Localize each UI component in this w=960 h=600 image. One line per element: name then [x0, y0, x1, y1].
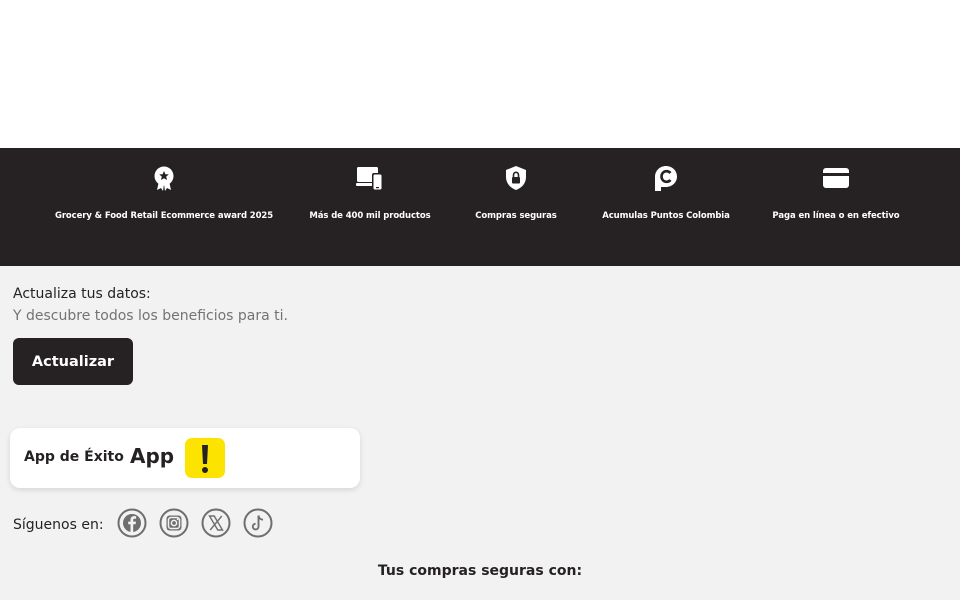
puntos-colombia-icon: [655, 166, 677, 191]
update-title: Actualiza tus datos:: [13, 286, 151, 302]
award-badge-icon: [154, 166, 174, 191]
app-card[interactable]: App de Éxito App: [10, 428, 360, 488]
benefit-award: Grocery & Food Retail Ecommerce award 20…: [54, 164, 274, 221]
exito-exclamation-icon: [202, 445, 208, 473]
shield-lock-icon: [506, 166, 526, 190]
secure-payments-title: Tus compras seguras con:: [377, 563, 583, 579]
instagram-icon[interactable]: [159, 508, 189, 538]
update-subtitle: Y descubre todos los beneficios para ti.: [13, 308, 288, 324]
benefit-label: Grocery & Food Retail Ecommerce award 20…: [54, 211, 274, 221]
benefits-bar: Grocery & Food Retail Ecommerce award 20…: [0, 148, 960, 266]
benefit-label: Paga en línea o en efectivo: [772, 211, 900, 221]
tiktok-icon[interactable]: [243, 508, 273, 538]
app-word: App: [130, 444, 175, 468]
exito-app-logo[interactable]: [185, 438, 225, 478]
app-title: App de Éxito: [24, 449, 124, 465]
top-blank-area: [0, 0, 960, 148]
benefit-payment: Paga en línea o en efectivo: [726, 164, 946, 221]
facebook-icon[interactable]: [117, 508, 147, 538]
x-twitter-icon[interactable]: [201, 508, 231, 538]
devices-icon: [356, 167, 383, 191]
social-label: Síguenos en:: [13, 517, 104, 533]
update-button[interactable]: Actualizar: [13, 338, 133, 385]
credit-card-icon: [823, 168, 849, 188]
